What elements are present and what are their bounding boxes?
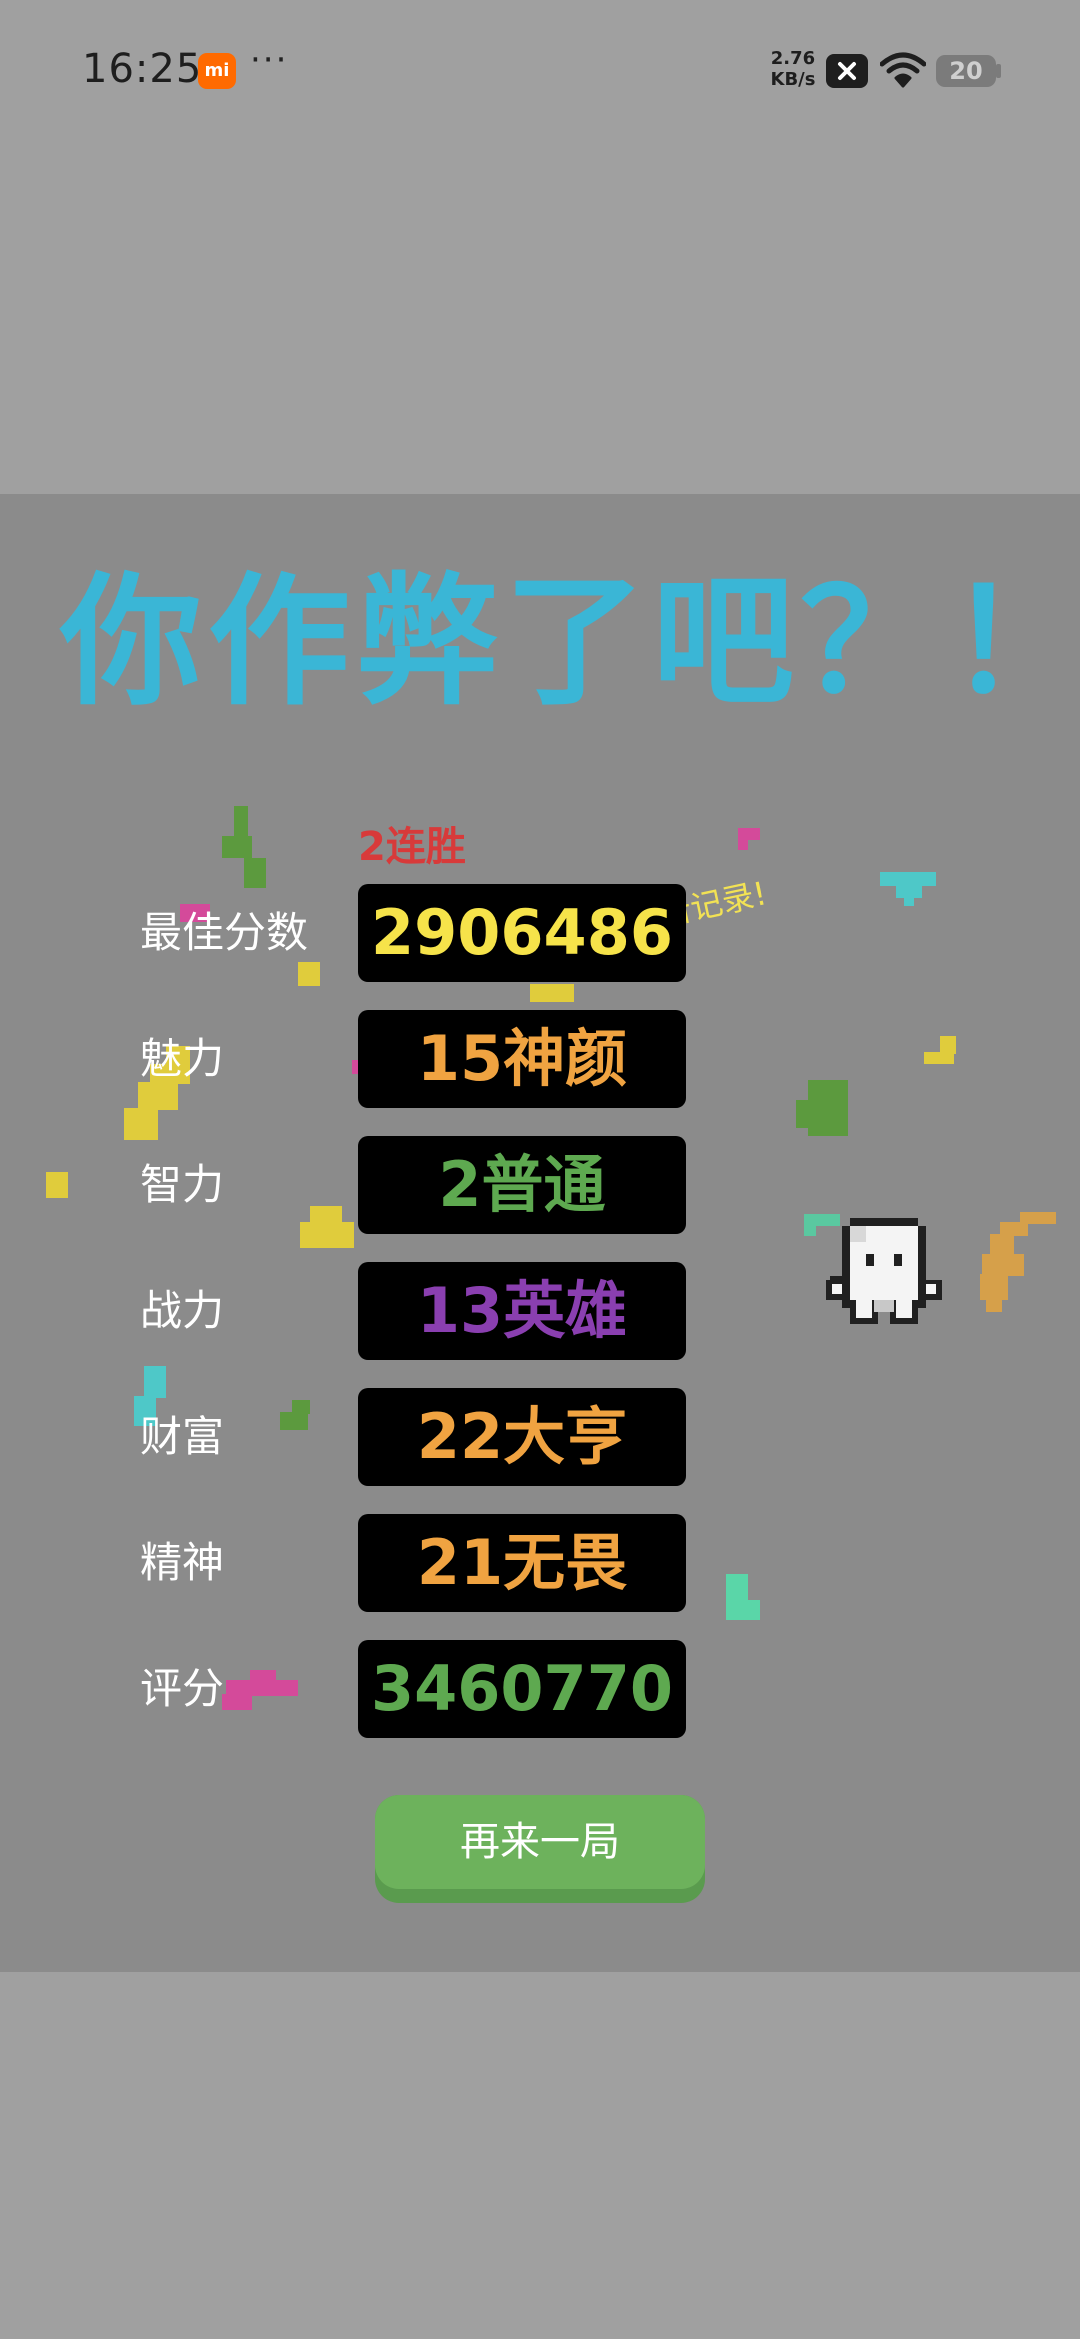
- stat-value-intelligence: 2普通: [358, 1136, 686, 1234]
- stat-label-rating: 评分: [140, 1664, 225, 1713]
- pixel-block: [280, 1412, 308, 1430]
- play-again-label: 再来一局: [375, 1795, 705, 1889]
- pixel-block: [124, 1108, 158, 1140]
- pixel-block: [904, 898, 914, 906]
- stat-value-combat: 13英雄: [358, 1262, 686, 1360]
- pixel-block: [796, 1100, 810, 1128]
- pixel-block: [986, 1298, 1002, 1312]
- stat-value-charm: 15神颜: [358, 1010, 686, 1108]
- pixel-block: [234, 806, 248, 836]
- more-notifications-icon: ···: [250, 40, 289, 80]
- pixel-block: [896, 886, 922, 898]
- pixel-block: [46, 1172, 68, 1198]
- pixel-block: [808, 1080, 848, 1136]
- win-streak-label: 2连胜: [358, 824, 466, 870]
- pixel-block: [738, 838, 748, 850]
- status-bar: 16:25 mi ··· 2.76 KB/s 20: [0, 0, 1080, 140]
- pixel-block: [144, 1366, 166, 1398]
- status-time: 16:25: [82, 46, 203, 92]
- pixel-block: [940, 1036, 956, 1054]
- pixel-block: [244, 858, 266, 888]
- pixel-block: [250, 1670, 276, 1682]
- battery-icon: 20: [936, 55, 996, 87]
- pixel-block: [924, 1052, 954, 1064]
- stat-label-wealth: 财富: [140, 1412, 225, 1461]
- stat-value-wealth: 22大亨: [358, 1388, 686, 1486]
- pixel-block: [990, 1234, 1014, 1256]
- battery-tip: [996, 64, 1001, 78]
- pixel-block: [138, 1082, 178, 1110]
- stat-label-best-score: 最佳分数: [140, 908, 309, 957]
- pixel-block: [880, 872, 936, 886]
- pixel-block: [222, 1694, 252, 1710]
- network-speed-unit: KB/s: [770, 69, 816, 90]
- stat-value-best-score: 2906486: [358, 884, 686, 982]
- pixel-block: [1000, 1222, 1028, 1236]
- stat-label-intelligence: 智力: [140, 1160, 225, 1209]
- pixel-block: [804, 1214, 816, 1236]
- play-again-button[interactable]: 再来一局: [375, 1795, 705, 1903]
- mi-app-icon: mi: [198, 53, 236, 89]
- network-speed: 2.76 KB/s: [768, 48, 818, 90]
- pixel-block: [292, 1400, 310, 1414]
- game-over-title: 你作弊了吧？！: [60, 560, 1080, 725]
- ghost-character: [826, 1218, 942, 1324]
- pixel-block: [298, 962, 320, 986]
- no-sim-icon: [826, 54, 868, 88]
- pixel-block: [530, 984, 574, 1002]
- stat-value-spirit: 21无畏: [358, 1514, 686, 1612]
- network-speed-value: 2.76: [770, 48, 816, 69]
- pixel-block: [982, 1254, 1024, 1276]
- stat-value-rating: 3460770: [358, 1640, 686, 1738]
- pixel-block: [226, 1680, 298, 1696]
- wifi-icon: [879, 52, 927, 92]
- pixel-block: [300, 1222, 354, 1248]
- stat-label-charm: 魅力: [140, 1034, 225, 1083]
- pixel-block: [980, 1274, 1008, 1300]
- pixel-block: [726, 1600, 760, 1620]
- stat-label-combat: 战力: [140, 1286, 225, 1335]
- pixel-block: [222, 836, 252, 858]
- stat-label-spirit: 精神: [140, 1538, 225, 1587]
